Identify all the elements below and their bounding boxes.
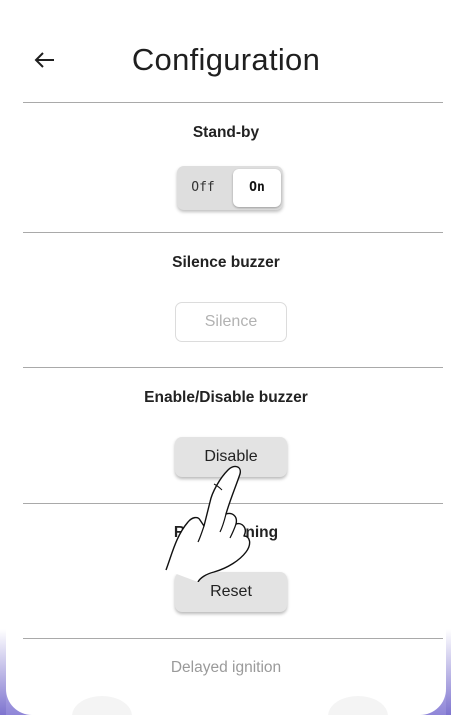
- divider: [23, 102, 443, 103]
- toggle-off-option[interactable]: Off: [177, 166, 229, 210]
- reset-running-label: Reset running: [173, 524, 279, 541]
- divider: [23, 232, 443, 233]
- reset-button[interactable]: Reset: [175, 572, 287, 612]
- bottom-nav-bubble: [328, 696, 388, 715]
- header: Configuration: [6, 0, 446, 102]
- standby-label: Stand-by: [192, 124, 260, 141]
- divider: [23, 503, 443, 504]
- toggle-on-option[interactable]: On: [233, 169, 281, 207]
- page-title: Configuration: [131, 42, 321, 77]
- silence-button[interactable]: Silence: [175, 302, 287, 342]
- bottom-nav-bubble: [72, 696, 132, 715]
- pointing-hand-icon: [165, 465, 251, 582]
- delayed-ignition-label: Delayed ignition: [170, 659, 282, 676]
- disable-button[interactable]: Disable: [175, 437, 287, 477]
- app-screen: Configuration Stand-by Off On Silence bu…: [6, 0, 446, 715]
- standby-toggle[interactable]: Off On: [177, 166, 283, 210]
- enable-disable-buzzer-label: Enable/Disable buzzer: [144, 389, 308, 406]
- divider: [23, 638, 443, 639]
- device-edge-right: [446, 0, 451, 715]
- divider: [23, 367, 443, 368]
- silence-buzzer-label: Silence buzzer: [172, 254, 280, 271]
